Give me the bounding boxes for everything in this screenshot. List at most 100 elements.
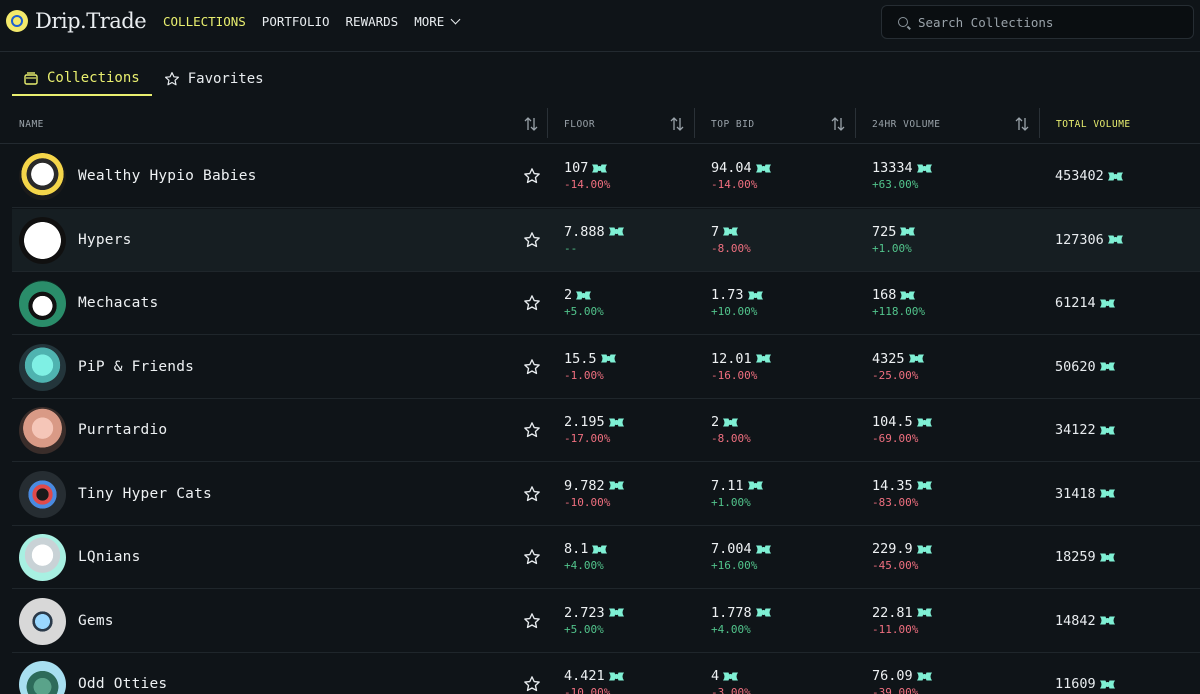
favorite-star-icon[interactable] <box>523 612 541 630</box>
hype-token-icon <box>722 668 739 684</box>
favorite-star-icon[interactable] <box>523 675 541 693</box>
hype-token-icon <box>1099 676 1116 692</box>
column-header-24hr-volume[interactable]: 24HR VOLUME <box>872 104 940 144</box>
hype-token-icon <box>1099 613 1116 629</box>
nav-collections[interactable]: COLLECTIONS <box>163 14 246 29</box>
nav-rewards[interactable]: REWARDS <box>346 14 399 29</box>
volume-24h-cell: 22.81 -11.00% <box>872 605 933 636</box>
collection-name[interactable]: Mechacats <box>78 295 158 311</box>
column-header-floor[interactable]: FLOOR <box>564 104 595 144</box>
nav-portfolio[interactable]: PORTFOLIO <box>262 14 330 29</box>
sort-icon[interactable] <box>670 116 684 132</box>
collection-name[interactable]: Tiny Hyper Cats <box>78 486 212 502</box>
hype-token-icon <box>722 414 739 430</box>
hype-token-icon <box>1099 359 1116 375</box>
volume-24h-value: 229.9 <box>872 541 913 557</box>
floor-value: 15.5 <box>564 350 597 367</box>
table-row[interactable]: PiP & Friends 15.5 -1.00% 12.01 -16.00% 4325-… <box>12 336 1200 399</box>
hype-token-icon <box>916 414 933 430</box>
total-volume-cell: 11609 <box>1055 676 1116 692</box>
volume-24h-change: +118.00% <box>872 305 925 318</box>
collection-avatar <box>19 661 66 694</box>
favorite-star-icon[interactable] <box>523 294 541 312</box>
column-header-top-bid[interactable]: TOP BID <box>711 104 755 144</box>
nav-more-label: MORE <box>414 14 445 29</box>
top-bid-value: 2 <box>711 414 720 430</box>
floor-cell: 15.5 -1.00% <box>564 351 617 382</box>
collection-avatar <box>19 534 66 581</box>
floor-change: -14.00% <box>564 178 611 191</box>
hype-token-icon <box>755 351 772 367</box>
tab-collections[interactable]: Collections <box>12 62 152 96</box>
table-row[interactable]: Gems 2.723 +5.00% 1.778 +4.00% 22.81 -11.00% 14… <box>12 590 1200 653</box>
table-row[interactable]: LQnians 8.1 +4.00% 7.004 +16.00% 229.9 -45.00%… <box>12 526 1200 589</box>
total-volume-value: 50620 <box>1055 358 1096 375</box>
collection-name[interactable]: LQnians <box>78 549 141 565</box>
top-bid-cell: 2 -8.00% <box>711 414 751 445</box>
hype-token-icon <box>1099 486 1116 502</box>
volume-24h-cell: 14.35 -83.00% <box>872 478 933 509</box>
hype-token-icon <box>908 351 925 367</box>
hype-token-icon <box>608 224 625 240</box>
collection-name[interactable]: Purrtardio <box>78 422 167 438</box>
search-box[interactable] <box>881 5 1194 39</box>
sort-icon[interactable] <box>1015 116 1029 132</box>
table-row[interactable]: Hypers 7.888 -- 7 -8.00% 725 +1.00% 127306 <box>12 208 1200 272</box>
favorite-star-icon[interactable] <box>523 231 541 249</box>
favorite-star-icon[interactable] <box>523 358 541 376</box>
nav-more[interactable]: MORE <box>414 14 461 29</box>
total-volume-value: 14842 <box>1055 612 1096 629</box>
collection-name[interactable]: Gems <box>78 613 114 629</box>
collection-name[interactable]: Wealthy Hypio Babies <box>78 168 257 184</box>
favorite-star-icon[interactable] <box>523 167 541 185</box>
total-volume-cell: 14842 <box>1055 613 1116 629</box>
hype-token-icon <box>608 668 625 684</box>
favorite-star-icon[interactable] <box>523 421 541 439</box>
floor-cell: 2.723 +5.00% <box>564 605 625 636</box>
volume-24h-cell: 229.9 -45.00% <box>872 541 933 572</box>
search-input[interactable] <box>918 14 1178 30</box>
collection-name[interactable]: Hypers <box>78 232 132 248</box>
hype-token-icon <box>916 541 933 557</box>
hype-token-icon <box>608 478 625 494</box>
collection-name[interactable]: PiP & Friends <box>78 359 194 375</box>
top-bid-value: 94.04 <box>711 160 752 176</box>
hype-token-icon <box>755 605 772 621</box>
total-volume-cell: 18259 <box>1055 549 1116 565</box>
total-volume-value: 31418 <box>1055 485 1096 502</box>
collection-name[interactable]: Odd Otties <box>78 676 167 692</box>
top-bid-cell: 1.73 +10.00% <box>711 287 764 318</box>
table-row[interactable]: Odd Otties 4.421 -10.00% 4 -3.00% 76.09 -39.00… <box>12 653 1200 694</box>
hype-token-icon <box>575 287 592 303</box>
collection-stack-icon <box>23 70 39 86</box>
table-row[interactable]: Tiny Hyper Cats 9.782 -10.00% 7.11 +1.00% 14.… <box>12 463 1200 526</box>
top-bid-change: -14.00% <box>711 178 758 191</box>
table-row[interactable]: Mechacats 2 +5.00% 1.73 +10.00% 168 +118.00% 61… <box>12 272 1200 335</box>
table-row[interactable]: Wealthy Hypio Babies 107 -14.00% 94.04 -14.0… <box>12 145 1200 208</box>
hype-token-icon <box>916 605 933 621</box>
hype-token-icon <box>755 541 772 557</box>
favorite-star-icon[interactable] <box>523 548 541 566</box>
collection-avatar <box>19 280 66 327</box>
column-header-total-volume[interactable]: TOTAL VOLUME <box>1056 104 1131 144</box>
tab-favorites[interactable]: Favorites <box>153 62 275 96</box>
volume-24h-change: +1.00% <box>872 241 912 255</box>
top-bid-value: 7 <box>711 223 720 240</box>
top-bid-change: -8.00% <box>711 432 751 445</box>
hype-token-icon <box>1107 232 1124 248</box>
top-bid-change: +10.00% <box>711 305 758 318</box>
volume-24h-value: 4325 <box>872 350 905 367</box>
floor-value: 7.888 <box>564 223 605 240</box>
sort-icon[interactable] <box>524 116 538 132</box>
sort-icon[interactable] <box>831 116 845 132</box>
table-row[interactable]: Purrtardio 2.195 -17.00% 2 -8.00% 104.5 -69.00… <box>12 399 1200 462</box>
top-bid-change: +4.00% <box>711 622 751 636</box>
hype-token-icon <box>747 287 764 303</box>
brand-logo[interactable]: Drip.Trade <box>6 9 147 33</box>
top-bid-change: -16.00% <box>711 368 758 382</box>
volume-24h-cell: 13334 +63.00% <box>872 160 933 191</box>
favorite-star-icon[interactable] <box>523 485 541 503</box>
volume-24h-cell: 4325 -25.00% <box>872 351 925 382</box>
column-divider <box>694 108 695 138</box>
column-header-name[interactable]: NAME <box>19 104 44 144</box>
